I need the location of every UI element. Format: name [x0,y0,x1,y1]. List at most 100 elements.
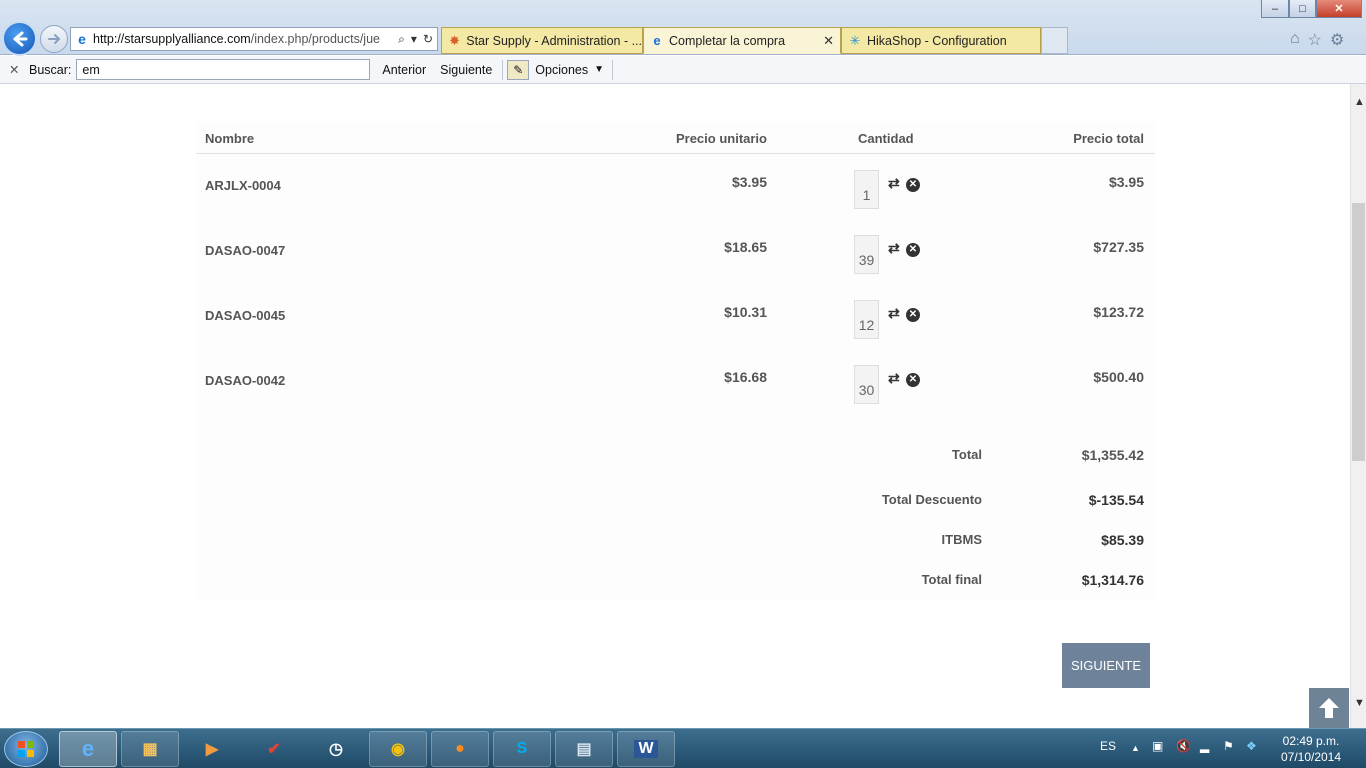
minimize-button[interactable]: – [1261,0,1289,18]
product-name: DASAO-0045 [205,308,286,323]
search-icon[interactable]: ⌕ [398,32,405,47]
tray-expand-icon[interactable]: ▲ [1131,743,1140,753]
language-indicator[interactable]: ES [1100,739,1116,753]
close-tab-icon[interactable]: ✕ [823,33,834,49]
product-name: DASAO-0047 [205,243,286,258]
refresh-icon[interactable]: ↻ [423,32,433,47]
tab-label: HikaShop - Configuration [867,33,1007,48]
start-button[interactable] [4,731,48,767]
forward-button[interactable] [40,25,68,53]
taskbar-word[interactable]: W [617,731,675,767]
cart-row: DASAO-0045 $10.31 12 ⇄ ✕ $123.72 [196,290,1155,355]
network-signal-icon[interactable]: ▂ [1200,739,1209,753]
tab-hikashop-configuration[interactable]: ✳ HikaShop - Configuration [841,27,1041,54]
ie-page-icon: e [653,33,661,48]
vertical-scrollbar[interactable]: ▲ ▼ [1350,84,1366,728]
summary-discount: Total Descuento $-135.54 [196,492,1155,512]
dropdown-arrow-icon[interactable]: ▾ [411,32,417,47]
find-next-button[interactable]: Siguiente [438,63,494,77]
url-path: /index.php/products/jue [250,32,380,46]
quantity-input[interactable]: 39 [854,235,879,274]
taskbar-internet-explorer[interactable]: e [59,731,117,767]
chevron-down-icon: ▼ [594,64,605,75]
new-tab-button[interactable] [1041,27,1068,54]
clock-time: 02:49 p.m. [1282,734,1340,748]
separator [502,59,504,80]
quantity-input[interactable]: 12 [854,300,879,339]
header-quantity: Cantidad [858,131,914,146]
product-name: ARJLX-0004 [205,178,281,193]
taskbar-clock-app[interactable]: ◷ [307,731,365,767]
tab-completar-la-compra[interactable]: e Completar la compra ✕ [643,27,841,54]
joomla-icon: ✸ [449,32,461,48]
home-icon[interactable]: ⌂ [1290,30,1300,50]
gear-icon[interactable]: ⚙ [1330,30,1344,50]
find-bar: ✕ Buscar: Anterior Siguiente ✎ Opciones … [0,56,1366,84]
taskbar-skype[interactable]: S [493,731,551,767]
quantity-input[interactable]: 30 [854,365,879,404]
clock-date: 07/10/2014 [1280,750,1342,764]
find-input[interactable] [76,59,371,80]
options-label: Opciones [535,62,589,77]
volume-muted-icon[interactable]: 🔇 [1176,739,1191,753]
remove-item-icon[interactable]: ✕ [906,373,920,387]
ie-page-icon: e [78,31,86,47]
browser-toolbar: e http://starsupplyalliance.com/index.ph… [0,0,1366,56]
remove-item-icon[interactable]: ✕ [906,178,920,192]
tab-label: Star Supply - Administration - ... [466,33,642,48]
taskbar-firefox[interactable]: ● [431,731,489,767]
tab-star-supply-admin[interactable]: ✸ Star Supply - Administration - ... [441,27,643,54]
highlight-pencil-icon[interactable]: ✎ [507,59,530,80]
hikashop-icon: ✳ [849,32,861,48]
next-button[interactable]: SIGUIENTE [1062,643,1150,688]
dropbox-icon[interactable]: ❖ [1246,739,1257,753]
scroll-to-top-button[interactable] [1309,688,1349,728]
word-icon: W [634,740,658,758]
find-label: Buscar: [29,62,72,77]
favorites-star-icon[interactable]: ☆ [1308,30,1322,50]
action-center-icon[interactable]: ⚑ [1223,739,1234,753]
line-total: $123.72 [1093,304,1144,320]
summary-final: Total final $1,314.76 [196,572,1155,592]
final-total-label: Total final [921,572,982,587]
url-host: http://starsupplyalliance.com [93,32,251,46]
media-player-icon: ▶ [205,741,219,758]
line-total: $727.35 [1093,239,1144,255]
cart-table: Nombre Precio unitario Cantidad Precio t… [196,122,1155,600]
taskbar-file-explorer[interactable]: ▦ [121,731,179,767]
close-window-button[interactable]: ✕ [1316,0,1362,18]
refresh-quantity-icon[interactable]: ⇄ [888,240,900,257]
line-total: $3.95 [1108,174,1144,190]
close-find-icon[interactable]: ✕ [9,62,23,77]
discount-value: $-135.54 [1088,492,1144,508]
taskbar-chrome[interactable]: ◉ [369,731,427,767]
refresh-quantity-icon[interactable]: ⇄ [888,175,900,192]
url-text[interactable]: http://starsupplyalliance.com/index.php/… [93,32,394,46]
maximize-button[interactable]: □ [1289,0,1316,18]
find-previous-button[interactable]: Anterior [380,63,428,77]
cart-row: DASAO-0042 $16.68 30 ⇄ ✕ $500.40 [196,355,1155,420]
tray-app-icon[interactable]: ▣ [1152,739,1163,753]
arrow-left-icon [13,31,27,46]
taskbar-calculator[interactable]: ▤ [555,731,613,767]
cart-header: Nombre Precio unitario Cantidad Precio t… [196,122,1155,154]
refresh-quantity-icon[interactable]: ⇄ [888,305,900,322]
find-options-button[interactable]: ✎ Opciones ▼ [507,59,605,80]
scroll-down-icon[interactable]: ▼ [1354,697,1365,709]
summary-total: Total $1,355.42 [196,447,1155,467]
remove-item-icon[interactable]: ✕ [906,243,920,257]
scroll-thumb[interactable] [1352,203,1365,461]
chrome-icon: ◉ [391,741,405,758]
clock[interactable]: 02:49 p.m. 07/10/2014 [1278,733,1344,765]
remove-item-icon[interactable]: ✕ [906,308,920,322]
scroll-up-icon[interactable]: ▲ [1354,96,1365,108]
back-button[interactable] [2,21,37,56]
header-name: Nombre [205,131,255,146]
internet-explorer-icon: e [81,736,95,761]
quantity-input[interactable]: 1 [854,170,879,209]
taskbar-todoist[interactable]: ✔ [245,731,303,767]
refresh-quantity-icon[interactable]: ⇄ [888,370,900,387]
address-bar[interactable]: e http://starsupplyalliance.com/index.ph… [70,27,438,51]
taskbar-media-player[interactable]: ▶ [183,731,241,767]
skype-icon: S [516,740,528,757]
